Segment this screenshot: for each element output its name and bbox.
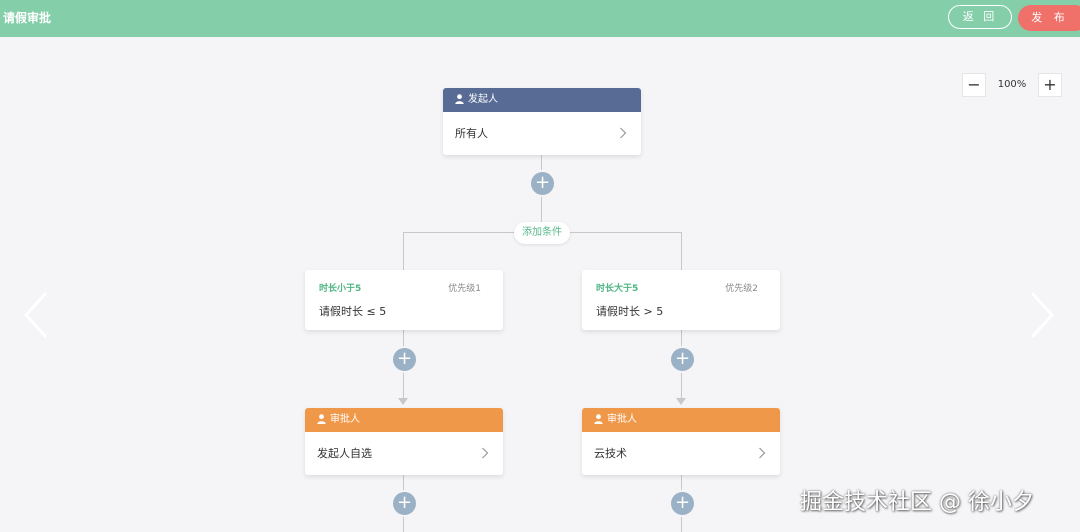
- person-icon: [317, 414, 326, 424]
- zoom-out-button[interactable]: −: [962, 73, 986, 97]
- zoom-in-button[interactable]: +: [1038, 73, 1062, 97]
- back-button[interactable]: 返 回: [948, 5, 1012, 29]
- condition-node[interactable]: 时长小于5 优先级1 请假时长 ≤ 5: [305, 270, 503, 330]
- approver-node-header: 审批人: [305, 408, 503, 432]
- approver-node-body: 云技术: [582, 432, 780, 475]
- top-bar: 请假审批 返 回 发 布: [0, 0, 1080, 37]
- arrow-down-icon: [676, 398, 686, 405]
- arrow-right-icon[interactable]: [1026, 290, 1056, 340]
- add-node-button[interactable]: +: [391, 490, 418, 517]
- approver-header-label: 审批人: [607, 414, 637, 425]
- approver-node[interactable]: 审批人 发起人自选: [305, 408, 503, 475]
- person-icon: [455, 94, 464, 104]
- initiator-node[interactable]: 发起人 所有人: [443, 88, 641, 155]
- add-node-button[interactable]: +: [529, 170, 556, 197]
- chevron-right-icon: [759, 447, 766, 459]
- approver-header-label: 审批人: [330, 414, 360, 425]
- add-condition-button[interactable]: 添加条件: [514, 222, 570, 244]
- watermark: 掘金技术社区 @ 徐小夕: [800, 490, 1034, 515]
- initiator-header-label: 发起人: [468, 94, 498, 105]
- zoom-level: 100%: [997, 79, 1027, 90]
- approver-node-body: 发起人自选: [305, 432, 503, 475]
- publish-button[interactable]: 发 布: [1018, 5, 1080, 31]
- approver-node-header: 审批人: [582, 408, 780, 432]
- approver-value: 发起人自选: [317, 447, 372, 460]
- approver-value: 云技术: [594, 447, 627, 460]
- connector-line: [681, 232, 682, 272]
- condition-title: 时长小于5: [319, 284, 362, 294]
- chevron-right-icon: [482, 447, 489, 459]
- add-node-button[interactable]: +: [669, 490, 696, 517]
- page-title: 请假审批: [3, 11, 52, 25]
- condition-content: 请假时长 > 5: [596, 305, 664, 318]
- condition-priority: 优先级2: [725, 284, 758, 294]
- initiator-node-header: 发起人: [443, 88, 641, 112]
- condition-title: 时长大于5: [596, 284, 639, 294]
- arrow-down-icon: [398, 398, 408, 405]
- connector-line: [403, 232, 404, 272]
- initiator-value: 所有人: [455, 127, 488, 140]
- person-icon: [594, 414, 603, 424]
- initiator-node-body: 所有人: [443, 112, 641, 155]
- approver-node[interactable]: 审批人 云技术: [582, 408, 780, 475]
- condition-content: 请假时长 ≤ 5: [319, 305, 387, 318]
- condition-priority: 优先级1: [448, 284, 481, 294]
- add-node-button[interactable]: +: [391, 346, 418, 373]
- condition-node[interactable]: 时长大于5 优先级2 请假时长 > 5: [582, 270, 780, 330]
- chevron-right-icon: [620, 127, 627, 139]
- arrow-left-icon[interactable]: [22, 290, 52, 340]
- add-node-button[interactable]: +: [669, 346, 696, 373]
